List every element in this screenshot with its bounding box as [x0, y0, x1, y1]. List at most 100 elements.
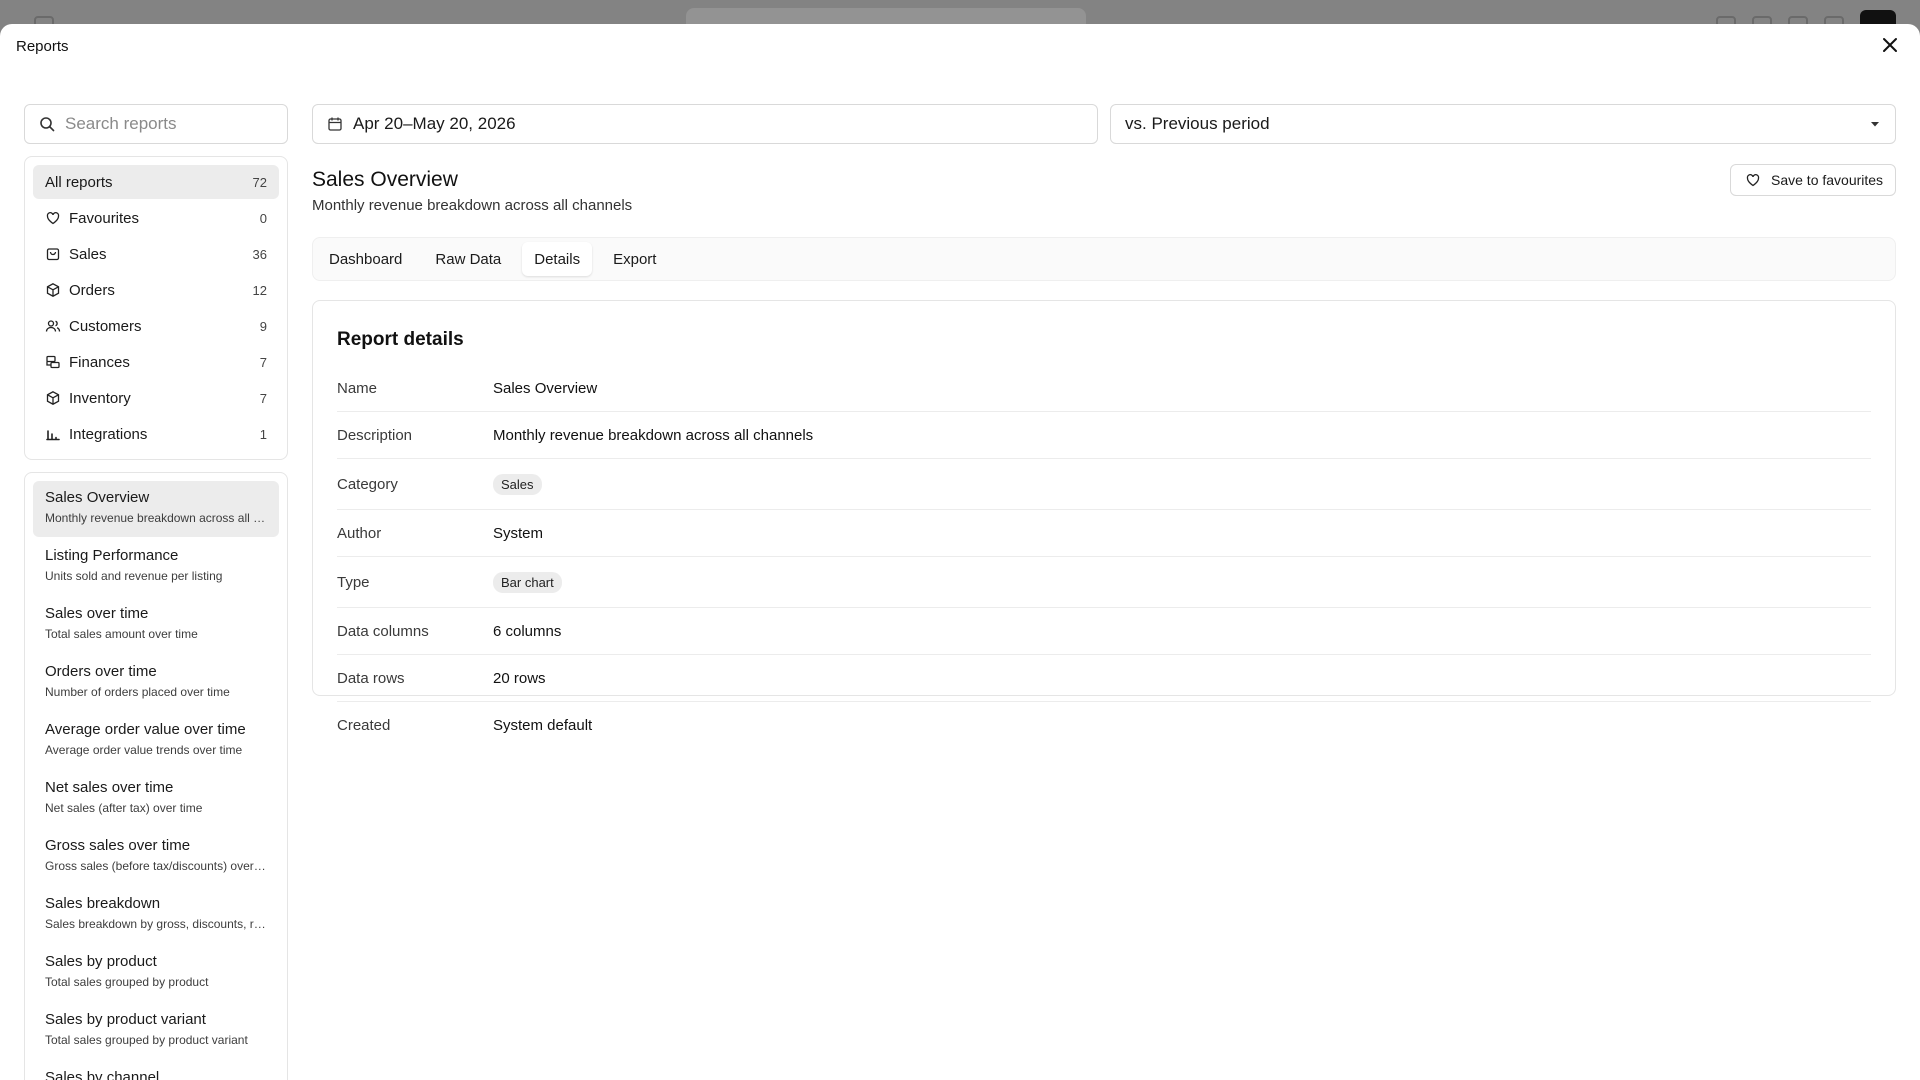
- category-label: Orders: [69, 281, 115, 299]
- report-subtitle: Total sales amount over time: [45, 627, 198, 641]
- report-item-average-order-value[interactable]: Average order value over time Average or…: [33, 713, 279, 769]
- category-count: 36: [252, 246, 267, 262]
- modal-title: Reports: [16, 38, 69, 55]
- detail-row-type: Type Bar chart: [337, 557, 1871, 608]
- detail-label: Created: [337, 717, 391, 734]
- detail-label: Data columns: [337, 622, 429, 640]
- category-count: 12: [252, 282, 267, 298]
- detail-value-wrapper: Sales: [493, 473, 542, 495]
- category-label: All reports: [45, 173, 113, 191]
- detail-value-wrapper: Bar chart: [493, 571, 562, 593]
- tab-dashboard[interactable]: Dashboard: [317, 242, 414, 276]
- report-tabs: Dashboard Raw Data Details Export: [312, 237, 1896, 281]
- report-item-sales-overview[interactable]: Sales Overview Monthly revenue breakdown…: [33, 481, 279, 537]
- category-item-orders[interactable]: Orders 12: [33, 273, 279, 307]
- report-title: Sales over time: [45, 605, 149, 622]
- detail-label: Category: [337, 475, 398, 493]
- detail-label: Data rows: [337, 669, 405, 687]
- detail-value: System: [493, 524, 544, 542]
- detail-label: Name: [337, 379, 378, 397]
- report-subtitle: Gross sales (before tax/discounts) over …: [45, 859, 267, 873]
- tab-export[interactable]: Export: [601, 242, 668, 276]
- package-icon: [46, 391, 60, 405]
- details-heading: Report details: [337, 329, 464, 350]
- detail-value: Monthly revenue breakdown across all cha…: [493, 426, 814, 444]
- detail-label: Description: [337, 426, 413, 444]
- category-label: Customers: [69, 317, 142, 335]
- save-to-favourites-label: Save to favourites: [1771, 172, 1884, 188]
- category-badge: Sales: [493, 473, 542, 495]
- category-count: 9: [259, 318, 267, 334]
- category-item-finances[interactable]: Finances 7: [33, 345, 279, 379]
- report-item-sales-by-product-variant[interactable]: Sales by product variant Total sales gro…: [33, 1003, 279, 1059]
- report-title: Orders over time: [45, 663, 157, 680]
- tab-details[interactable]: Details: [522, 242, 593, 276]
- report-subtitle: Average order value trends over time: [45, 743, 243, 757]
- category-label: Sales: [69, 245, 107, 263]
- comparison-value: vs. Previous period: [1125, 114, 1270, 133]
- detail-row-data-columns: Data columns 6 columns: [337, 608, 1871, 655]
- comparison-select[interactable]: vs. Previous period: [1110, 104, 1896, 144]
- date-range-value: Apr 20–May 20, 2026: [353, 114, 516, 133]
- report-subtitle: Number of orders placed over time: [45, 685, 230, 699]
- report-item-listing-performance[interactable]: Listing Performance Units sold and reven…: [33, 539, 279, 595]
- type-badge: Bar chart: [493, 571, 562, 593]
- detail-value: 20 rows: [493, 669, 546, 687]
- search-input[interactable]: [65, 114, 265, 134]
- detail-row-created: Created System default: [337, 702, 1871, 749]
- report-subtitle: Units sold and revenue per listing: [45, 569, 223, 583]
- reports-modal: Reports All reports 72 Favourites 0 Sale…: [0, 24, 1920, 1080]
- category-item-integrations[interactable]: Integrations 1: [33, 417, 279, 451]
- search-field[interactable]: [24, 104, 288, 144]
- category-item-favourites[interactable]: Favourites 0: [33, 201, 279, 235]
- category-count: 72: [252, 174, 267, 190]
- detail-row-data-rows: Data rows 20 rows: [337, 655, 1871, 702]
- detail-label: Author: [337, 524, 382, 542]
- report-title: Sales Overview: [45, 489, 150, 506]
- date-range-picker[interactable]: Apr 20–May 20, 2026: [312, 104, 1098, 144]
- calendar-icon: [328, 117, 342, 131]
- save-to-favourites-button[interactable]: Save to favourites: [1730, 164, 1896, 196]
- report-item-sales-by-channel[interactable]: Sales by channel: [33, 1061, 279, 1080]
- category-label: Inventory: [69, 389, 131, 407]
- detail-label: Type: [337, 573, 370, 591]
- report-list: Sales Overview Monthly revenue breakdown…: [24, 472, 288, 1080]
- category-item-inventory[interactable]: Inventory 7: [33, 381, 279, 415]
- report-details-card: Report details Name Sales Overview Descr…: [312, 300, 1896, 734]
- close-button[interactable]: [1878, 33, 1902, 57]
- detail-row-category: Category Sales: [337, 459, 1871, 510]
- report-title: Gross sales over time: [45, 837, 191, 854]
- report-item-net-sales-over-time[interactable]: Net sales over time Net sales (after tax…: [33, 771, 279, 827]
- report-title: Sales by channel: [45, 1069, 160, 1080]
- heart-icon: [46, 212, 60, 225]
- detail-row-description: Description Monthly revenue breakdown ac…: [337, 412, 1871, 459]
- caret-down-icon: [1871, 122, 1879, 127]
- report-subtitle: Sales breakdown by gross, discounts, ret…: [45, 917, 267, 931]
- category-item-sales[interactable]: Sales 36: [33, 237, 279, 271]
- report-item-orders-over-time[interactable]: Orders over time Number of orders placed…: [33, 655, 279, 711]
- heart-icon: [1746, 174, 1760, 187]
- category-label: Finances: [69, 353, 130, 371]
- category-count: 1: [259, 426, 267, 442]
- report-subtitle: Monthly revenue breakdown across all cha…: [45, 511, 267, 525]
- report-item-sales-by-product[interactable]: Sales by product Total sales grouped by …: [33, 945, 279, 1001]
- report-title: Listing Performance: [45, 547, 179, 564]
- category-count: 7: [259, 354, 267, 370]
- detail-value: System default: [493, 717, 593, 734]
- category-item-customers[interactable]: Customers 9: [33, 309, 279, 343]
- report-title: Average order value over time: [45, 721, 246, 738]
- package-icon: [46, 283, 60, 297]
- bar-chart-icon: [46, 430, 60, 441]
- report-title: Sales by product variant: [45, 1011, 206, 1028]
- report-item-sales-over-time[interactable]: Sales over time Total sales amount over …: [33, 597, 279, 653]
- tab-raw-data[interactable]: Raw Data: [423, 242, 513, 276]
- search-icon: [40, 117, 55, 132]
- users-icon: [45, 320, 61, 332]
- page-title: Sales Overview: [312, 168, 458, 191]
- report-item-gross-sales-over-time[interactable]: Gross sales over time Gross sales (befor…: [33, 829, 279, 885]
- detail-row-author: Author System: [337, 510, 1871, 557]
- shopping-bag-icon: [46, 248, 60, 261]
- report-item-sales-breakdown[interactable]: Sales breakdown Sales breakdown by gross…: [33, 887, 279, 943]
- category-item-all-reports[interactable]: All reports 72: [33, 165, 279, 199]
- report-subtitle: Net sales (after tax) over time: [45, 801, 203, 815]
